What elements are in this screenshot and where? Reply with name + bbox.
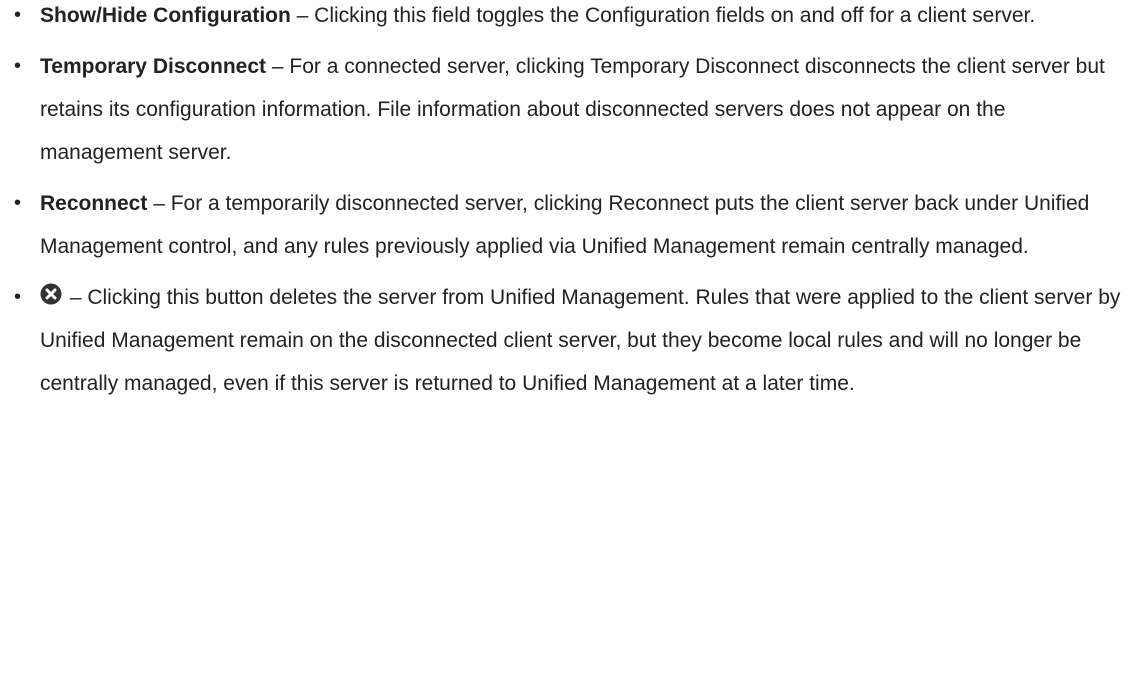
term-temporary-disconnect: Temporary Disconnect [40,55,267,78]
list-item-show-hide-configuration: • Show/Hide Configuration – Clicking thi… [0,0,1128,37]
description-delete-server: – Clicking this button deletes the serve… [40,286,1121,395]
list-item-reconnect: • Reconnect – For a temporarily disconne… [0,182,1128,268]
bullet-marker: • [14,55,22,77]
term-reconnect: Reconnect [40,192,148,215]
bullet-marker: • [14,286,22,308]
bullet-list: • Show/Hide Configuration – Clicking thi… [0,0,1128,405]
bullet-marker: • [14,192,22,214]
document-body: • Show/Hide Configuration – Clicking thi… [0,0,1128,683]
list-item-delete-server: • – Clicking this button deletes the ser… [0,276,1128,405]
description-reconnect: – For a temporarily disconnected server,… [40,192,1090,258]
term-show-hide-configuration: Show/Hide Configuration [40,4,291,27]
bullet-marker: • [14,4,22,26]
description-show-hide-configuration: – Clicking this field toggles the Config… [290,4,1036,27]
close-circle-icon [40,283,62,305]
list-item-temporary-disconnect: • Temporary Disconnect – For a connected… [0,45,1128,174]
